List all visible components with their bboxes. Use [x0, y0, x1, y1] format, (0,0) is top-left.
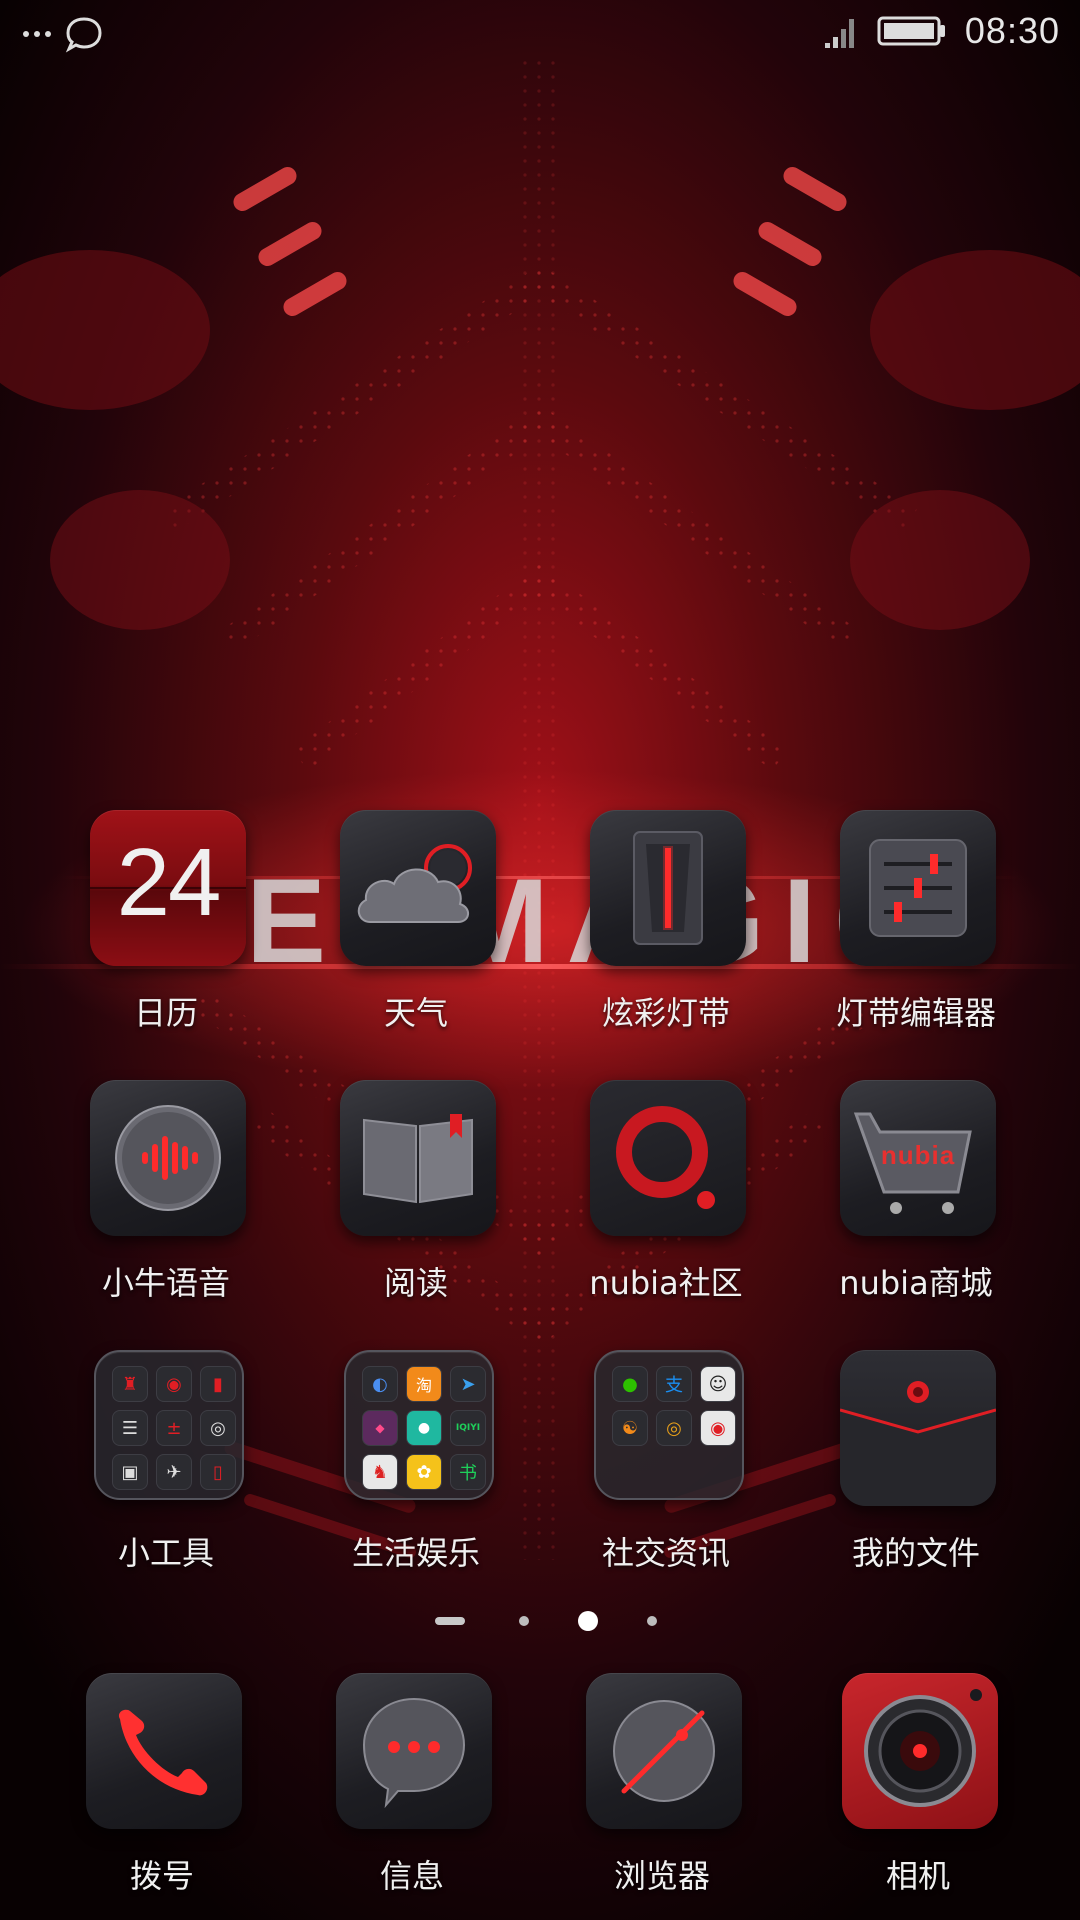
nubia-store-icon: nubia [840, 1080, 996, 1236]
mini-food-icon: ✿ [406, 1454, 442, 1490]
mini-list-icon: ☰ [112, 1410, 148, 1446]
mini-wechat-icon: ● [612, 1366, 648, 1402]
led-strip-icon [590, 810, 746, 966]
dock-messages[interactable]: 信息 [302, 1673, 522, 1913]
mini-calculator-icon: ± [156, 1410, 192, 1446]
mini-recorder-icon: ◉ [156, 1366, 192, 1402]
weather-icon [340, 810, 496, 966]
folder-tools[interactable]: ♜ ◉ ▮ ☰ ± ◎ ▣ ✈ ▯ 小工具 [56, 1350, 276, 1590]
mini-uc-icon: ☯ [612, 1410, 648, 1446]
page-dot-active[interactable] [578, 1611, 598, 1631]
page-dot-home[interactable] [435, 1617, 465, 1625]
status-time: 08:30 [964, 10, 1060, 51]
app-label: 天气 [383, 994, 448, 1032]
app-label: 炫彩灯带 [601, 994, 730, 1032]
tools-folder-icon: ♜ ◉ ▮ ☰ ± ◎ ▣ ✈ ▯ [94, 1350, 244, 1500]
mini-iqiyi-icon: IQIYI [450, 1410, 486, 1446]
app-label: 小牛语音 [101, 1264, 230, 1302]
book-icon [340, 1080, 496, 1236]
entertainment-folder-icon: ◐ 淘 ➤ ◆ ● IQIYI ♞ ✿ 书 [344, 1350, 494, 1500]
mini-telegram-icon: ➤ [450, 1366, 486, 1402]
led-editor-icon [840, 810, 996, 966]
app-nubia-store[interactable]: nubia nubia商城 [806, 1080, 1026, 1320]
app-label: 阅读 [383, 1264, 448, 1302]
app-label: 相机 [885, 1857, 950, 1895]
chat-bubble-icon [65, 17, 102, 53]
dock-camera[interactable]: 相机 [808, 1673, 1028, 1913]
app-calendar[interactable]: 24 日历 [56, 810, 276, 1050]
mini-alipay-icon: 支 [656, 1366, 692, 1402]
mini-radio-icon: ▣ [112, 1454, 148, 1490]
calendar-icon: 24 [90, 810, 246, 966]
app-label: 社交资讯 [601, 1534, 730, 1572]
mini-cleaner-icon: ▮ [200, 1366, 236, 1402]
app-voice-assistant[interactable]: 小牛语音 [56, 1080, 276, 1320]
file-manager-icon [840, 1350, 996, 1506]
folder-entertainment[interactable]: ◐ 淘 ➤ ◆ ● IQIYI ♞ ✿ 书 生活娱乐 [306, 1350, 526, 1590]
calendar-date: 24 [116, 829, 222, 936]
mini-app-icon: ◐ [362, 1366, 398, 1402]
page-dot[interactable] [519, 1616, 529, 1626]
nubia-community-icon [590, 1080, 746, 1236]
voice-assistant-icon [90, 1080, 246, 1236]
app-label: 日历 [133, 994, 198, 1032]
message-icon [336, 1673, 492, 1829]
battery-icon [877, 16, 945, 46]
page-indicator[interactable] [0, 1606, 1080, 1634]
signal-icon [824, 19, 854, 48]
mini-jd-icon: ♞ [362, 1454, 398, 1490]
dock-browser[interactable]: 浏览器 [552, 1673, 772, 1913]
browser-compass-icon [586, 1673, 742, 1829]
app-label: 灯带编辑器 [835, 994, 996, 1032]
app-label: 拨号 [129, 1857, 194, 1895]
mini-meituan-icon: ● [406, 1410, 442, 1446]
page-dot[interactable] [647, 1616, 657, 1626]
app-label: 生活娱乐 [351, 1534, 480, 1572]
app-label: nubia社区 [589, 1264, 743, 1302]
app-label: 信息 [379, 1857, 444, 1895]
mini-qq-icon: ☺ [700, 1366, 736, 1402]
mini-taobao-icon: 淘 [406, 1366, 442, 1402]
status-bar: 08:30 [0, 0, 1080, 72]
app-label: 小工具 [117, 1534, 214, 1572]
camera-icon [842, 1673, 998, 1829]
app-reader[interactable]: 阅读 [306, 1080, 526, 1320]
app-label: 浏览器 [613, 1857, 710, 1895]
mini-music-icon: ◎ [200, 1410, 236, 1446]
mini-weibo-icon: ◉ [700, 1410, 736, 1446]
phone-icon [86, 1673, 242, 1829]
mini-novel-icon: 书 [450, 1454, 486, 1490]
mini-phone-icon: ▯ [200, 1454, 236, 1490]
mini-plane-icon: ✈ [156, 1454, 192, 1490]
app-my-files[interactable]: 我的文件 [806, 1350, 1026, 1590]
more-dots-icon [23, 31, 51, 37]
mini-chrome-icon: ◎ [656, 1410, 692, 1446]
app-label: 我的文件 [851, 1534, 980, 1572]
mini-flashlight-icon: ♜ [112, 1366, 148, 1402]
folder-social[interactable]: ● 支 ☺ ☯ ◎ ◉ 社交资讯 [556, 1350, 776, 1590]
nubia-logo-text: nubia [880, 1140, 956, 1170]
dock-phone[interactable]: 拨号 [52, 1673, 272, 1913]
app-label: nubia商城 [839, 1264, 993, 1302]
app-led-editor[interactable]: 灯带编辑器 [806, 810, 1026, 1050]
app-nubia-community[interactable]: nubia社区 [556, 1080, 776, 1320]
mini-shop-icon: ◆ [362, 1410, 398, 1446]
app-weather[interactable]: 天气 [306, 810, 526, 1050]
app-led-strip[interactable]: 炫彩灯带 [556, 810, 776, 1050]
social-folder-icon: ● 支 ☺ ☯ ◎ ◉ [594, 1350, 744, 1500]
